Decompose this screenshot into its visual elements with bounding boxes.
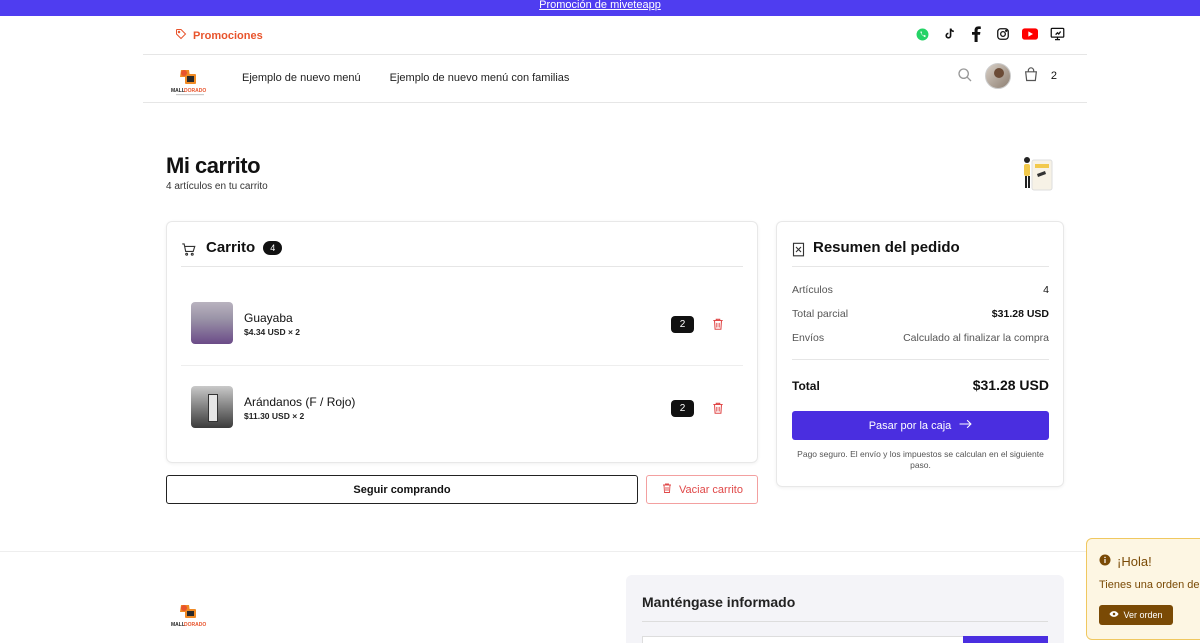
summary-row-shipping: Envíos Calculado al finalizar la compra <box>792 332 1049 344</box>
brand-logo[interactable]: MALL DORADO <box>170 66 210 100</box>
avatar[interactable] <box>984 63 1011 89</box>
total-value: $31.28 USD <box>972 377 1049 393</box>
tiktok-icon[interactable] <box>941 26 957 42</box>
svg-text:MALL: MALL <box>171 622 185 628</box>
product-thumbnail[interactable] <box>191 302 233 344</box>
summary-label: Envíos <box>792 332 825 344</box>
svg-text:MALL: MALL <box>171 88 185 94</box>
summary-total: Total $31.28 USD <box>792 377 1049 393</box>
trash-icon[interactable] <box>711 317 725 331</box>
newsletter-email-input[interactable] <box>642 636 964 643</box>
order-toast: ¡Hola! Tienes una orden de Ver orden <box>1086 538 1200 640</box>
shopping-bag-icon[interactable] <box>1023 66 1039 86</box>
whatsapp-icon[interactable] <box>914 26 930 42</box>
footer-logo[interactable]: MALL DORADO <box>170 603 210 633</box>
nav-actions: 2 <box>957 63 1057 89</box>
cart-icon <box>181 239 196 262</box>
summary-header: Resumen del pedido <box>792 239 1049 267</box>
toast-message: Tienes una orden de <box>1099 579 1200 591</box>
receipt-icon <box>792 239 805 262</box>
summary-row-subtotal: Total parcial $31.28 USD <box>792 308 1049 320</box>
toast-header: ¡Hola! <box>1099 554 1152 569</box>
svg-text:DORADO: DORADO <box>184 622 206 628</box>
nav-link-menu-families[interactable]: Ejemplo de nuevo menú con familias <box>390 72 570 84</box>
promo-bar: Promoción de miveteapp <box>0 0 1200 16</box>
product-thumbnail[interactable] <box>191 386 233 428</box>
cart-title: Carrito <box>206 239 256 256</box>
summary-divider <box>792 359 1049 360</box>
footer-divider <box>0 551 1200 552</box>
trash-icon <box>661 482 673 497</box>
checkout-label: Pasar por la caja <box>868 419 952 432</box>
nav-links: Ejemplo de nuevo menú Ejemplo de nuevo m… <box>242 72 569 84</box>
total-label: Total <box>792 379 820 393</box>
arrow-right-icon <box>959 419 972 432</box>
cart-panel: Carrito 4 Guayaba $4.34 USD × 2 2 Aránda… <box>166 221 758 463</box>
svg-text:DORADO: DORADO <box>184 88 206 94</box>
summary-value: $31.28 USD <box>991 308 1049 320</box>
facebook-icon[interactable] <box>968 26 984 42</box>
eye-icon <box>1109 610 1120 620</box>
cart-count-badge: 4 <box>263 241 283 255</box>
view-order-button[interactable]: Ver orden <box>1099 605 1173 625</box>
youtube-icon[interactable] <box>1022 26 1038 42</box>
promo-link[interactable]: Promoción de miveteapp <box>539 0 661 11</box>
summary-title: Resumen del pedido <box>813 239 960 256</box>
toast-title: ¡Hola! <box>1117 554 1152 569</box>
order-summary-panel: Resumen del pedido Artículos 4 Total par… <box>776 221 1064 487</box>
view-order-label: Ver orden <box>1123 610 1163 620</box>
trash-icon[interactable] <box>711 401 725 415</box>
summary-value: 4 <box>1043 284 1049 296</box>
cart-item: Arándanos (F / Rojo) $11.30 USD × 2 2 <box>181 366 743 450</box>
newsletter-title: Manténgase informado <box>642 594 796 610</box>
instagram-icon[interactable] <box>995 26 1011 42</box>
shopping-illustration-icon <box>1020 154 1058 192</box>
main-navbar: MALL DORADO Ejemplo de nuevo menú Ejempl… <box>143 55 1087 103</box>
promotions-label: Promociones <box>193 29 263 42</box>
nav-link-menu[interactable]: Ejemplo de nuevo menú <box>242 72 361 84</box>
quantity-badge[interactable]: 2 <box>671 316 694 333</box>
promotions-link[interactable]: Promociones <box>175 28 263 43</box>
monitor-icon[interactable] <box>1049 26 1065 42</box>
continue-shopping-button[interactable]: Seguir comprando <box>166 475 638 504</box>
quantity-badge[interactable]: 2 <box>671 400 694 417</box>
product-name[interactable]: Guayaba <box>244 311 293 325</box>
info-icon <box>1099 554 1111 569</box>
summary-label: Artículos <box>792 284 833 296</box>
newsletter-divider <box>642 621 1048 622</box>
search-icon[interactable] <box>957 67 973 86</box>
page-subtitle: 4 artículos en tu carrito <box>166 181 268 192</box>
cart-item: Guayaba $4.34 USD × 2 2 <box>181 282 743 366</box>
social-links <box>914 26 1065 42</box>
product-price: $4.34 USD × 2 <box>244 327 300 337</box>
top-strip: Promociones <box>143 16 1087 55</box>
tag-icon <box>175 28 187 43</box>
page-title: Mi carrito <box>166 153 261 178</box>
secure-payment-note: Pago seguro. El envío y los impuestos se… <box>797 449 1044 470</box>
newsletter-section: Manténgase informado <box>626 575 1064 643</box>
summary-row-articles: Artículos 4 <box>792 284 1049 296</box>
checkout-button[interactable]: Pasar por la caja <box>792 411 1049 440</box>
product-name[interactable]: Arándanos (F / Rojo) <box>244 395 355 409</box>
cart-count: 2 <box>1050 70 1057 82</box>
empty-cart-button[interactable]: Vaciar carrito <box>646 475 758 504</box>
product-price: $11.30 USD × 2 <box>244 411 305 421</box>
newsletter-subscribe-button[interactable] <box>963 636 1048 643</box>
cart-header: Carrito 4 <box>181 239 743 267</box>
empty-cart-label: Vaciar carrito <box>679 483 743 496</box>
summary-value: Calculado al finalizar la compra <box>903 332 1049 344</box>
summary-label: Total parcial <box>792 308 849 320</box>
